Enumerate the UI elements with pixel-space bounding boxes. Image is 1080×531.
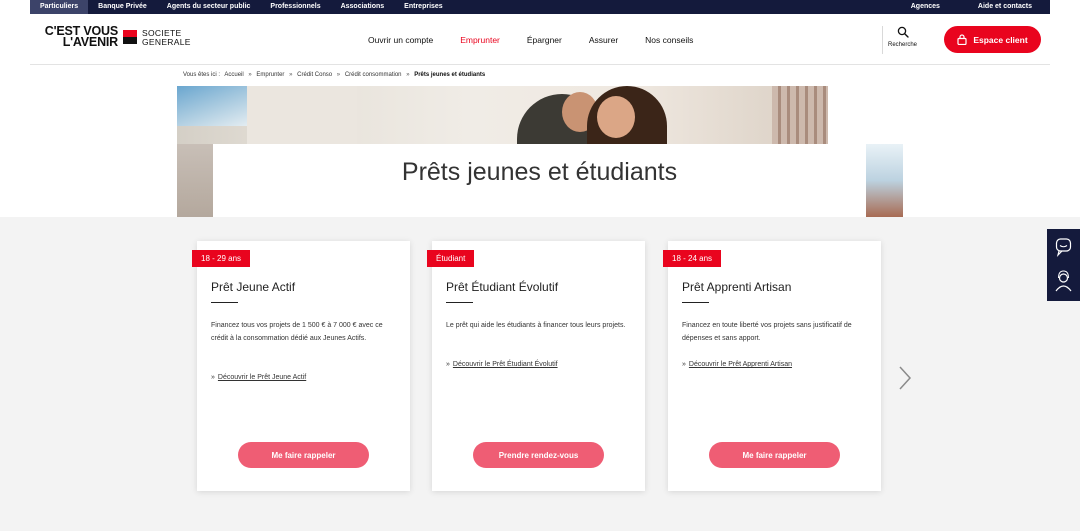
main-nav: Ouvrir un compte Emprunter Épargner Assu… xyxy=(368,14,720,65)
student-badge: Étudiant xyxy=(427,250,475,267)
lock-icon xyxy=(957,34,967,45)
search-icon xyxy=(897,26,909,38)
link-arrow: » xyxy=(211,374,215,381)
topbar-link-professionnels[interactable]: Professionnels xyxy=(260,0,330,14)
hero-banner: Prêts jeunes et étudiants xyxy=(177,86,903,217)
title-divider xyxy=(211,302,238,303)
prendre-rendez-vous-button[interactable]: Prendre rendez-vous xyxy=(473,442,604,468)
offer-link-label[interactable]: Découvrir le Prêt Étudiant Évolutif xyxy=(453,361,558,368)
breadcrumb-separator: » xyxy=(289,72,293,78)
side-contact-widget xyxy=(1047,229,1080,301)
offer-title: Prêt Étudiant Évolutif xyxy=(446,280,559,294)
topbar-link-associations[interactable]: Associations xyxy=(331,0,395,14)
search-button[interactable]: Recherche xyxy=(882,26,922,54)
espace-client-button[interactable]: Espace client xyxy=(944,26,1041,53)
breadcrumb: Vous êtes ici : Accueil » Emprunter » Cr… xyxy=(183,72,488,78)
advisor-icon[interactable] xyxy=(1047,265,1080,301)
espace-client-label: Espace client xyxy=(973,34,1028,45)
topbar-link-agences[interactable]: Agences xyxy=(901,0,968,14)
brand-logo[interactable]: C'EST VOUS L'AVENIR SOCIETE GENERALE xyxy=(38,25,198,54)
top-bar: Particuliers Banque Privée Agents du sec… xyxy=(30,0,1050,14)
breadcrumb-separator: » xyxy=(248,72,252,78)
me-faire-rappeler-button[interactable]: Me faire rappeler xyxy=(709,442,840,468)
page-title: Prêts jeunes et étudiants xyxy=(401,158,678,186)
offer-description: Le prêt qui aide les étudiants à finance… xyxy=(446,322,626,329)
breadcrumb-item-credit-consommation[interactable]: Crédit consommation xyxy=(345,72,402,78)
hero-photo xyxy=(177,86,828,144)
offer-title: Prêt Jeune Actif xyxy=(211,280,296,294)
age-badge: 18 - 29 ans xyxy=(192,250,251,267)
nav-ouvrir-un-compte[interactable]: Ouvrir un compte xyxy=(368,35,433,45)
title-divider xyxy=(446,302,473,303)
breadcrumb-item-credit-conso[interactable]: Crédit Conso xyxy=(297,72,332,78)
link-arrow: » xyxy=(446,361,450,368)
topbar-link-agents-secteur-public[interactable]: Agents du secteur public xyxy=(157,0,261,14)
breadcrumb-item-emprunter[interactable]: Emprunter xyxy=(256,72,284,78)
logo-flag-icon xyxy=(123,30,137,44)
topbar-link-aide-contacts[interactable]: Aide et contacts xyxy=(968,0,1050,14)
offer-link[interactable]: » Découvrir le Prêt Jeune Actif xyxy=(211,374,306,381)
offer-description: Financez en toute liberté vos projets sa… xyxy=(682,322,852,342)
offer-card: Étudiant Prêt Étudiant Évolutif Le prêt … xyxy=(427,241,645,491)
title-divider xyxy=(682,302,709,303)
chevron-right-icon[interactable] xyxy=(898,365,912,391)
search-label: Recherche xyxy=(887,42,917,48)
offer-link[interactable]: » Découvrir le Prêt Apprenti Artisan xyxy=(682,361,792,368)
logo-slogan-line2: L'AVENIR xyxy=(62,35,119,49)
nav-emprunter[interactable]: Emprunter xyxy=(460,35,500,45)
nav-assurer[interactable]: Assurer xyxy=(589,35,618,45)
offer-link-label[interactable]: Découvrir le Prêt Apprenti Artisan xyxy=(689,361,792,368)
nav-nos-conseils[interactable]: Nos conseils xyxy=(645,35,693,45)
nav-epargner[interactable]: Épargner xyxy=(527,35,562,45)
logo-brand-line2: GENERALE xyxy=(142,36,191,47)
breadcrumb-item-accueil[interactable]: Accueil xyxy=(224,72,243,78)
breadcrumb-item-current: Prêts jeunes et étudiants xyxy=(414,72,486,78)
offer-title: Prêt Apprenti Artisan xyxy=(682,280,792,294)
topbar-link-particuliers[interactable]: Particuliers xyxy=(30,0,89,14)
breadcrumb-prefix: Vous êtes ici : xyxy=(183,72,221,78)
offer-card: 18 - 24 ans Prêt Apprenti Artisan Financ… xyxy=(663,241,881,491)
me-faire-rappeler-button[interactable]: Me faire rappeler xyxy=(238,442,369,468)
offer-link-label[interactable]: Découvrir le Prêt Jeune Actif xyxy=(218,374,306,381)
link-arrow: » xyxy=(682,361,686,368)
offer-card: 18 - 29 ans Prêt Jeune Actif Financez to… xyxy=(192,241,410,491)
logo-brand-name: SOCIETE GENERALE xyxy=(142,29,191,46)
topbar-link-entreprises[interactable]: Entreprises xyxy=(394,0,453,14)
chat-icon[interactable] xyxy=(1047,229,1080,265)
hero-photo-left-edge xyxy=(177,144,213,217)
breadcrumb-separator: » xyxy=(406,72,410,78)
age-badge: 18 - 24 ans xyxy=(663,250,722,267)
logo-slogan: C'EST VOUS L'AVENIR xyxy=(38,25,119,49)
breadcrumb-separator: » xyxy=(336,72,341,78)
offer-description: Financez tous vos projets de 1 500 € à 7… xyxy=(211,322,383,342)
offer-link[interactable]: » Découvrir le Prêt Étudiant Évolutif xyxy=(446,361,558,368)
site-header: C'EST VOUS L'AVENIR SOCIETE GENERALE Ouv… xyxy=(30,14,1050,65)
topbar-link-banque-privee[interactable]: Banque Privée xyxy=(88,0,157,14)
hero-photo-right-edge xyxy=(866,144,903,217)
